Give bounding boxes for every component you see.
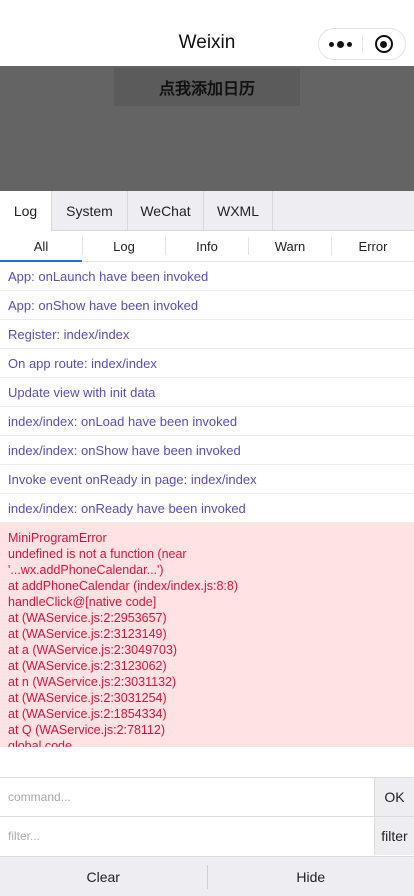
close-miniprogram-button[interactable]	[363, 29, 406, 59]
log-entry: On app route: index/index	[0, 349, 414, 378]
more-dots-icon	[328, 40, 352, 48]
more-button[interactable]	[319, 29, 362, 59]
error-line: at Q (WAService.js:2:78112)	[8, 723, 166, 737]
filter-button[interactable]: filter	[374, 817, 414, 855]
log-entry: Update view with init data	[0, 378, 414, 407]
log-entry: index/index: onLoad have been invoked	[0, 407, 414, 436]
console-footer: Clear Hide	[0, 856, 414, 896]
error-line: undefined is not a function (near	[8, 547, 187, 561]
subtab-warn[interactable]: Warn	[249, 231, 331, 261]
log-entry: Register: index/index	[0, 320, 414, 349]
error-line: global code	[8, 739, 72, 747]
error-log-entry: MiniProgramError undefined is not a func…	[0, 523, 414, 747]
log-filter-tabs: All Log Info Warn Error	[0, 231, 414, 262]
subtab-error[interactable]: Error	[332, 231, 414, 261]
clear-button[interactable]: Clear	[0, 857, 207, 896]
app-root: Weixin 点我添加日历 Log System WeChat WXML All…	[0, 0, 414, 896]
log-entry: App: onLaunch have been invoked	[0, 262, 414, 291]
error-line: at (WAService.js:2:3123062)	[8, 659, 167, 673]
error-line: at (WAService.js:2:2953657)	[8, 611, 167, 625]
log-entry: index/index: onReady have been invoked	[0, 494, 414, 523]
tab-wxml[interactable]: WXML	[204, 191, 273, 231]
subtab-info[interactable]: Info	[166, 231, 248, 261]
tab-wechat[interactable]: WeChat	[128, 191, 204, 231]
log-entry: Invoke event onReady in page: index/inde…	[0, 465, 414, 494]
add-calendar-button[interactable]: 点我添加日历	[114, 68, 300, 106]
error-line: at a (WAService.js:2:3049703)	[8, 643, 178, 657]
error-line: at (WAService.js:2:3031254)	[8, 691, 167, 705]
error-line: at (WAService.js:2:1854334)	[8, 707, 167, 721]
error-line: handleClick@[native code]	[8, 595, 157, 609]
error-line: MiniProgramError	[8, 531, 107, 545]
navigation-bar: Weixin	[0, 0, 414, 66]
error-line: '...wx.addPhoneCalendar...')	[8, 563, 164, 577]
target-circle-icon	[374, 35, 393, 53]
command-input[interactable]	[0, 778, 374, 816]
hide-button[interactable]: Hide	[208, 857, 414, 896]
command-bar: OK	[0, 777, 414, 816]
error-line: at n (WAService.js:2:3031132)	[8, 675, 177, 689]
log-entry: index/index: onShow have been invoked	[0, 436, 414, 465]
log-entry: App: onShow have been invoked	[0, 291, 414, 320]
error-line: at (WAService.js:2:3123149)	[8, 627, 167, 641]
filter-bar: filter	[0, 816, 414, 855]
command-ok-button[interactable]: OK	[374, 778, 414, 816]
log-list[interactable]: App: onLaunch have been invoked App: onS…	[0, 262, 414, 747]
tab-system[interactable]: System	[52, 191, 128, 231]
menu-capsule	[318, 28, 406, 60]
vconsole-panel: Log System WeChat WXML All Log Info Warn…	[0, 191, 414, 896]
filter-input[interactable]	[0, 817, 374, 855]
subtab-all[interactable]: All	[0, 231, 82, 262]
tab-log[interactable]: Log	[0, 191, 52, 231]
error-line: at addPhoneCalendar (index/index.js:8:8)	[8, 579, 239, 593]
page-content-overlay: 点我添加日历	[0, 66, 414, 191]
subtab-log[interactable]: Log	[83, 231, 165, 261]
console-tabs: Log System WeChat WXML	[0, 191, 414, 231]
